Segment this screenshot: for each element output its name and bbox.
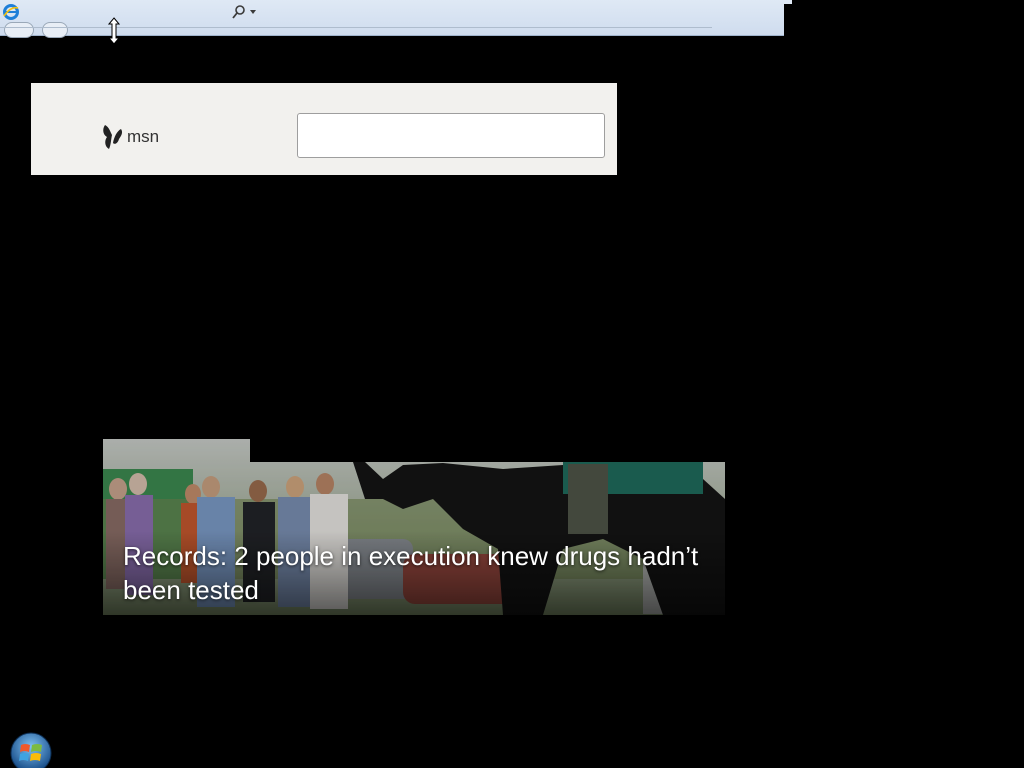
resize-cursor-icon [108, 17, 120, 45]
msn-brand-text[interactable]: msn [127, 127, 159, 147]
address-bar-divider [0, 27, 712, 28]
msn-butterfly-icon[interactable] [101, 121, 125, 151]
forward-button[interactable] [42, 22, 68, 38]
chrome-edge [784, 0, 792, 4]
ie-icon[interactable] [3, 4, 19, 20]
search-icon[interactable] [231, 4, 259, 20]
news-card[interactable]: Records: 2 people in execution knew drug… [103, 439, 725, 615]
back-button[interactable] [4, 22, 34, 38]
search-input[interactable] [297, 113, 605, 158]
windows-start-orb-icon[interactable] [10, 732, 52, 768]
msn-header: msn [31, 83, 617, 175]
news-headline[interactable]: Records: 2 people in execution knew drug… [123, 539, 703, 607]
